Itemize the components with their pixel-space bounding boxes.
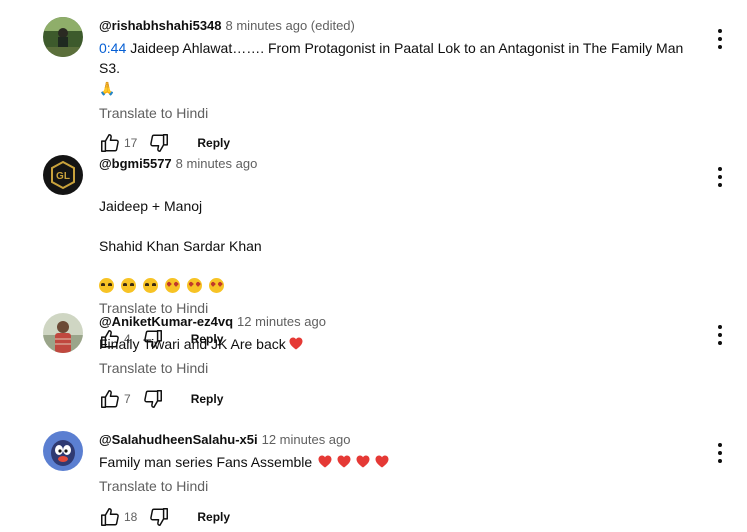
comment-text: 0:44 Jaideep Ahlawat……. From Protagonist … [99, 38, 707, 78]
translate-button[interactable]: Translate to Hindi [99, 476, 707, 496]
comment-time[interactable]: 12 minutes ago [237, 314, 326, 329]
more-vert-icon[interactable] [717, 29, 723, 49]
like-count: 17 [124, 136, 138, 150]
reply-button[interactable]: Reply [197, 136, 230, 150]
comment-text-body: Family man series Fans Assemble [99, 454, 313, 470]
like-count: 7 [124, 392, 131, 406]
comment-text-body: Finally Tiwari and JK Are back [99, 336, 286, 352]
author-name[interactable]: @rishabhshahi5348 [99, 18, 222, 33]
avatar[interactable] [43, 17, 83, 57]
comment-time[interactable]: 8 minutes ago [176, 156, 258, 171]
red-heart-emoji [337, 455, 351, 468]
comment-actions: 7 Reply [99, 388, 707, 410]
author-name[interactable]: @SalahudheenSalahu-x5i [99, 432, 258, 447]
thumbs-down-icon[interactable] [148, 132, 170, 154]
heart-eyes-emoji [165, 278, 180, 293]
author-name[interactable]: @bgmi5577 [99, 156, 172, 171]
comment-time[interactable]: 8 minutes ago (edited) [226, 18, 355, 33]
heart-eyes-emoji [187, 278, 202, 293]
more-vert-icon[interactable] [717, 325, 723, 345]
comment-actions: 18 Reply [99, 506, 707, 528]
red-heart-emoji [289, 337, 303, 350]
star-struck-emoji [143, 278, 158, 293]
timestamp-link[interactable]: 0:44 [99, 40, 126, 56]
reply-button[interactable]: Reply [191, 392, 224, 406]
comment-header: @SalahudheenSalahu-x5i 12 minutes ago [99, 431, 707, 449]
avatar[interactable]: GL [43, 155, 83, 195]
translate-button[interactable]: Translate to Hindi [99, 358, 707, 378]
comment-header: @AniketKumar-ez4vq 12 minutes ago [99, 313, 707, 331]
comment-text: Jaideep + Manoj Shahid Khan Sardar Khan [99, 176, 707, 276]
like-count: 18 [124, 510, 138, 524]
comment-header: @bgmi5577 8 minutes ago [99, 155, 707, 173]
comment-text: Family man series Fans Assemble [99, 452, 707, 472]
comment-text-body: Jaideep Ahlawat……. From Protagonist in P… [99, 40, 684, 76]
thumbs-up-icon[interactable] [99, 388, 121, 410]
star-struck-emoji [99, 278, 114, 293]
thumbs-down-icon[interactable] [142, 388, 164, 410]
red-heart-emoji [356, 455, 370, 468]
heart-eyes-emoji [209, 278, 224, 293]
star-struck-emoji [121, 278, 136, 293]
comment-line: Jaideep + Manoj [99, 198, 203, 214]
comment-actions: 17 Reply [99, 132, 707, 154]
translate-button[interactable]: Translate to Hindi [99, 103, 707, 123]
more-vert-icon[interactable] [717, 443, 723, 463]
avatar[interactable] [43, 431, 83, 471]
more-vert-icon[interactable] [717, 167, 723, 187]
red-heart-emoji [318, 455, 332, 468]
svg-text:GL: GL [56, 171, 70, 182]
reply-button[interactable]: Reply [197, 510, 230, 524]
emoji-folded-hands: 🙏 [99, 81, 116, 96]
red-heart-emoji [375, 455, 389, 468]
comment-header: @rishabhshahi5348 8 minutes ago (edited) [99, 17, 707, 35]
comment-line: Shahid Khan Sardar Khan [99, 238, 262, 254]
comment-text: Finally Tiwari and JK Are back [99, 334, 707, 354]
emoji-row [99, 278, 707, 293]
thumbs-up-icon[interactable] [99, 506, 121, 528]
comment-time[interactable]: 12 minutes ago [262, 432, 351, 447]
author-name[interactable]: @AniketKumar-ez4vq [99, 314, 233, 329]
thumbs-up-icon[interactable] [99, 132, 121, 154]
thumbs-down-icon[interactable] [148, 506, 170, 528]
avatar[interactable] [43, 313, 83, 353]
